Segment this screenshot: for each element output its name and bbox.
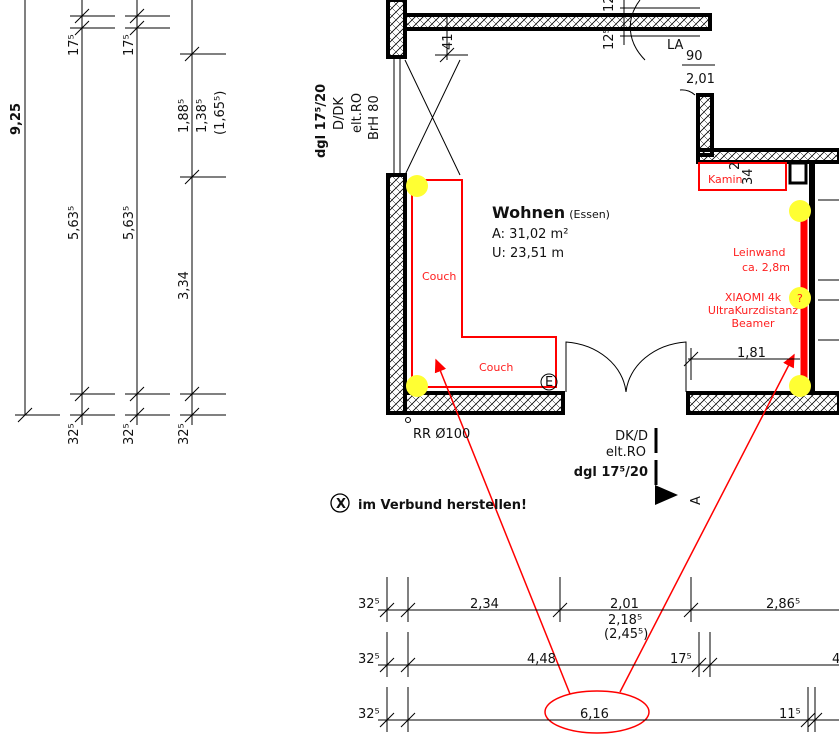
dim-label: 12⁵ xyxy=(602,28,617,50)
dim-label: 5,63⁵ xyxy=(122,206,137,240)
dim-label: 32⁵ xyxy=(177,423,192,445)
x-mark: X xyxy=(336,497,346,512)
dim-label: 2,18⁵ xyxy=(608,613,642,628)
dim-label: 1,88⁵ xyxy=(177,99,192,133)
svg-text:Wohnen (Essen): Wohnen (Essen) xyxy=(492,203,610,222)
speaker-marker xyxy=(406,375,428,397)
dim-label: 17⁵ xyxy=(67,34,82,56)
dim-label: 32⁵ xyxy=(67,423,82,445)
dim-label: 34 xyxy=(741,168,756,185)
dim-label: 3,34 xyxy=(177,271,192,300)
door-type: LA xyxy=(667,38,684,53)
dim-label: 32⁵ xyxy=(122,423,137,445)
dim-label: 32⁵ xyxy=(358,597,380,612)
door-width: 90 xyxy=(686,49,703,64)
downpipe-label: RR Ø100 xyxy=(413,427,470,442)
note: im Verbund herstellen! xyxy=(358,498,527,513)
couch-label: Couch xyxy=(479,361,513,374)
room-label: Wohnen (Essen) A: 31,02 m² U: 23,51 m xyxy=(492,203,610,261)
dim-label: 11⁵ xyxy=(779,707,801,722)
speaker-marker xyxy=(406,175,428,197)
dim-label: 4 xyxy=(832,652,839,667)
section-label: A xyxy=(689,496,704,505)
door-spec: DK/D xyxy=(615,429,648,444)
dim-label: (2,45⁵) xyxy=(604,627,648,642)
section-arrow-icon xyxy=(655,485,678,505)
screen-size: ca. 2,8m xyxy=(742,261,790,274)
question-mark: ? xyxy=(797,292,803,305)
left-dimensions: 9,25 17⁵ 17⁵ 5,63⁵ 5,63⁵ 1,88⁵ 1,38⁵ (1,… xyxy=(9,0,228,445)
e-mark: E xyxy=(545,375,553,390)
door-spec: dgl 17⁵/20 xyxy=(574,465,648,480)
dim-label: 2,34 xyxy=(470,597,499,612)
room-sub: (Essen) xyxy=(569,208,610,221)
door-spec: elt.RO xyxy=(606,445,646,460)
room-perimeter: U: 23,51 m xyxy=(492,246,564,261)
dim-label: 5,63⁵ xyxy=(67,206,82,240)
screen-label: Leinwand xyxy=(733,246,785,259)
dim-label: (1,65⁵) xyxy=(213,91,228,135)
beamer-label: UltraKurzdistanz xyxy=(708,304,798,317)
dim-label: 32⁵ xyxy=(358,707,380,722)
beamer-label: Beamer xyxy=(731,317,775,330)
dim-label: 2,86⁵ xyxy=(766,597,800,612)
dim-label: 1,81 xyxy=(737,346,766,361)
room-area: A: 31,02 m² xyxy=(492,227,568,242)
dim-label: 12 xyxy=(602,0,617,12)
door-height: 2,01 xyxy=(686,72,715,87)
dim-label: 17⁵ xyxy=(122,34,137,56)
couch-label: Couch xyxy=(422,270,456,283)
floor-plan: 9,25 17⁵ 17⁵ 5,63⁵ 5,63⁵ 1,88⁵ 1,38⁵ (1,… xyxy=(9,0,839,734)
speaker-marker xyxy=(789,200,811,222)
bottom-dimensions: 32⁵ 2,34 2,01 2,18⁵ (2,45⁵) 2,86⁵ 32⁵ 4,… xyxy=(358,577,839,732)
dim-label: 4,48 xyxy=(527,652,556,667)
dim-label: 41 xyxy=(441,33,456,50)
dim-label: 17⁵ xyxy=(670,652,692,667)
window-spec: elt.RO xyxy=(350,93,365,133)
walls xyxy=(386,0,839,415)
window-spec: BrH 80 xyxy=(367,95,382,140)
kamin-label: Kamin xyxy=(708,173,743,186)
window-spec: dgl 17⁵/20 xyxy=(314,84,329,158)
dim-total: 9,25 xyxy=(9,103,24,135)
dim-label: 2,01 xyxy=(610,597,639,612)
beamer-label: XIAOMI 4k xyxy=(725,291,782,304)
dim-label: 1,38⁵ xyxy=(195,99,210,133)
room-name: Wohnen xyxy=(492,203,565,222)
window-label-left: dgl 17⁵/20 D/DK elt.RO BrH 80 xyxy=(314,84,382,158)
speaker-marker xyxy=(789,375,811,397)
dim-label: 6,16 xyxy=(580,707,609,722)
window-spec: D/DK xyxy=(332,97,347,130)
dim-label: 32⁵ xyxy=(358,652,380,667)
